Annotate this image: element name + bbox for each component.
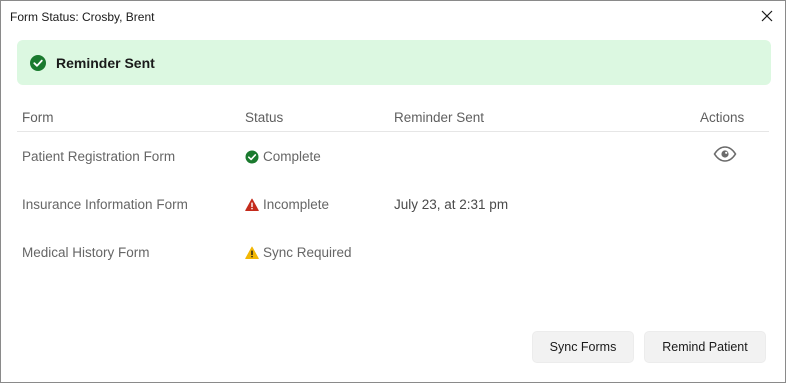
banner-message: Reminder Sent xyxy=(56,54,155,71)
status-label: Complete xyxy=(263,149,321,164)
eye-icon xyxy=(713,146,737,162)
form-name: Medical History Form xyxy=(22,245,150,260)
column-header-status: Status xyxy=(245,110,284,125)
close-button[interactable] xyxy=(755,5,779,27)
form-status-dialog: Form Status: Crosby, Brent Reminder Sent… xyxy=(0,0,786,383)
form-name: Patient Registration Form xyxy=(22,149,176,164)
reminder-sent-banner: Reminder Sent xyxy=(17,40,771,85)
status-label: Sync Required xyxy=(263,245,352,260)
status-cell: Complete xyxy=(245,149,321,164)
view-form-button[interactable] xyxy=(712,144,738,164)
status-cell: Incomplete xyxy=(245,197,329,212)
close-icon xyxy=(761,10,773,22)
dialog-title: Form Status: Crosby, Brent xyxy=(10,10,155,24)
title-bar: Form Status: Crosby, Brent xyxy=(1,1,785,32)
table-row: Patient Registration Form Complete xyxy=(17,132,769,180)
column-header-reminder-sent: Reminder Sent xyxy=(394,110,485,125)
reminder-sent-value: July 23, at 2:31 pm xyxy=(394,197,509,212)
warning-yellow-icon xyxy=(245,246,259,260)
table-row: Insurance Information Form Incomplete Ju… xyxy=(17,180,769,228)
remind-patient-button[interactable]: Remind Patient xyxy=(644,331,766,363)
table-row: Medical History Form Sync Required xyxy=(17,228,769,276)
check-circle-icon xyxy=(245,150,259,164)
sync-forms-button[interactable]: Sync Forms xyxy=(532,331,634,363)
column-header-form: Form xyxy=(22,110,54,125)
table-header: Form Status Reminder Sent Actions xyxy=(17,101,769,132)
status-cell: Sync Required xyxy=(245,245,352,260)
warning-red-icon xyxy=(245,198,259,212)
form-name: Insurance Information Form xyxy=(22,197,188,212)
check-circle-icon xyxy=(30,54,46,71)
column-header-actions: Actions xyxy=(700,110,745,125)
status-label: Incomplete xyxy=(263,197,330,212)
forms-table: Form Status Reminder Sent Actions Patien… xyxy=(17,101,769,276)
